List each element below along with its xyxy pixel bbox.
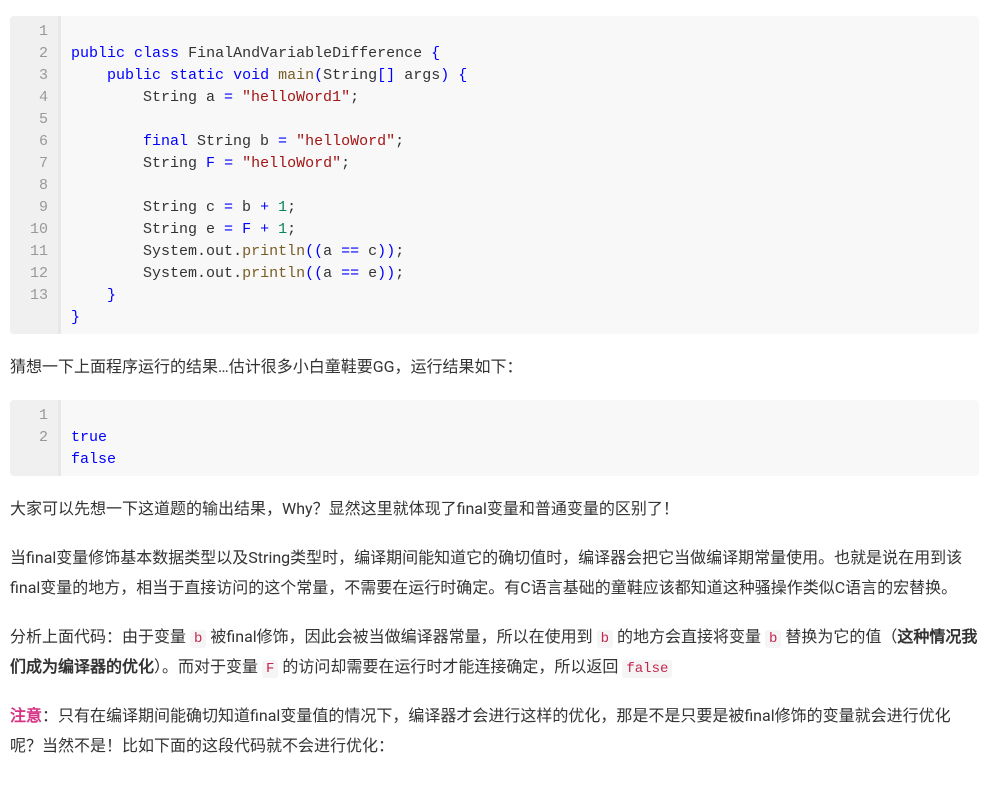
code-line [71,175,969,197]
inline-code-b: b [597,630,613,648]
lineno: 9 [18,197,48,219]
lineno: 8 [18,175,48,197]
code-line: String F = "helloWord"; [71,153,969,175]
code-block-main: 1 2 3 4 5 6 7 8 9 10 11 12 13 public cla… [10,16,979,334]
code-line: String c = b + 1; [71,197,969,219]
code-line: System.out.println((a == c)); [71,241,969,263]
lineno: 3 [18,65,48,87]
code-line: final String b = "helloWord"; [71,131,969,153]
text: 替换为它的值（ [781,627,897,646]
lineno: 12 [18,263,48,285]
lineno: 2 [18,427,48,449]
lineno: 13 [18,285,48,307]
inline-code-b: b [190,630,206,648]
code-line: public class FinalAndVariableDifference … [71,43,969,65]
paragraph-explain: 当final变量修饰基本数据类型以及String类型时，编译期间能知道它的确切值… [10,543,979,604]
lineno: 2 [18,43,48,65]
text: ：只有在编译期间能确切知道final变量值的情况下，编译器才会进行这样的优化，那… [10,706,951,755]
code-line: String a = "helloWord1"; [71,87,969,109]
paragraph-attention: 注意：只有在编译期间能确切知道final变量值的情况下，编译器才会进行这样的优化… [10,701,979,762]
code-line [71,109,969,131]
text: ）。而对于变量 [154,657,262,676]
line-numbers: 1 2 [10,400,58,476]
text: 的地方会直接将变量 [613,627,765,646]
inline-code-f: F [262,660,278,678]
lineno: 1 [18,405,48,427]
inline-code-b: b [765,630,781,648]
code-line: true [71,427,969,449]
paragraph-guess: 猜想一下上面程序运行的结果…估计很多小白童鞋要GG，运行结果如下： [10,352,979,382]
code-content: public class FinalAndVariableDifference … [58,16,979,334]
text: 分析上面代码：由于变量 [10,627,190,646]
code-line: } [71,285,969,307]
paragraph-analysis: 分析上面代码：由于变量 b 被final修饰，因此会被当做编译器常量，所以在使用… [10,622,979,683]
line-numbers: 1 2 3 4 5 6 7 8 9 10 11 12 13 [10,16,58,334]
lineno: 4 [18,87,48,109]
lineno: 7 [18,153,48,175]
code-content: truefalse [58,400,979,476]
lineno: 10 [18,219,48,241]
attention-label: 注意 [10,706,42,725]
lineno: 5 [18,109,48,131]
lineno: 6 [18,131,48,153]
code-line: String e = F + 1; [71,219,969,241]
text: 的访问却需要在运行时才能连接确定，所以返回 [278,657,622,676]
code-line: false [71,449,969,471]
text: 被final修饰，因此会被当做编译器常量，所以在使用到 [206,627,596,646]
code-block-output: 1 2 truefalse [10,400,979,476]
code-line: System.out.println((a == e)); [71,263,969,285]
lineno: 1 [18,21,48,43]
lineno: 11 [18,241,48,263]
paragraph-why: 大家可以先想一下这道题的输出结果，Why？显然这里就体现了final变量和普通变… [10,494,979,524]
code-line: public static void main(String[] args) { [71,65,969,87]
inline-code-false: false [622,660,672,678]
code-line: } [71,307,969,329]
